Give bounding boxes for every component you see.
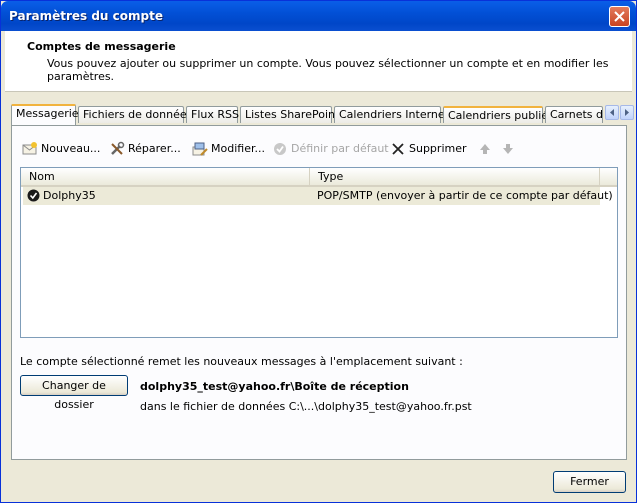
arrow-up-icon: [480, 144, 490, 154]
data-file-path: dans le fichier de données C:\...\dolphy…: [140, 400, 472, 413]
delete-account-button[interactable]: Supprimer: [390, 140, 467, 158]
repair-account-label: Réparer...: [128, 142, 181, 155]
move-down-button[interactable]: [500, 140, 519, 158]
header-description: Vous pouvez ajouter ou supprimer un comp…: [47, 57, 609, 83]
new-account-label: Nouveau...: [41, 142, 101, 155]
delete-x-icon: [392, 143, 404, 155]
tab-scroll-right-button[interactable]: [620, 105, 634, 120]
arrow-right-icon: [625, 109, 629, 116]
arrow-left-icon: [610, 109, 614, 116]
tab-scroll-left-button[interactable]: [605, 105, 619, 120]
tab-published-calendars[interactable]: Calendriers publiés: [443, 106, 554, 123]
table-row[interactable]: Dolphy35 POP/SMTP (envoyer à partir de c…: [23, 187, 613, 205]
account-name-cell: Dolphy35: [43, 189, 96, 202]
tab-scroll-buttons: [605, 105, 635, 120]
default-account-check-icon: [27, 189, 40, 202]
repair-tools-icon: [111, 141, 125, 155]
modify-account-icon: [192, 142, 208, 156]
tab-address-books[interactable]: Carnets d: [545, 106, 603, 123]
delete-account-label: Supprimer: [409, 142, 467, 155]
window-title: Paramètres du compte: [9, 9, 163, 23]
check-circle-icon: [274, 143, 286, 155]
close-button[interactable]: Fermer: [553, 471, 626, 493]
close-window-button[interactable]: [609, 6, 630, 27]
account-list[interactable]: Nom Type Dolphy35 POP/SMTP (envoyer à pa…: [20, 167, 618, 338]
account-type-cell: POP/SMTP (envoyer à partir de ce compte …: [317, 189, 613, 202]
change-folder-button[interactable]: Changer de dossier: [20, 375, 128, 411]
tab-data-files[interactable]: Fichiers de données: [78, 106, 192, 123]
move-up-button[interactable]: [477, 140, 496, 158]
set-default-label: Définir par défaut: [291, 142, 389, 155]
arrow-down-icon: [503, 144, 513, 154]
close-icon: [614, 11, 625, 22]
tab-rss-feeds[interactable]: Flux RSS: [186, 106, 239, 123]
set-default-button[interactable]: Définir par défaut: [272, 140, 389, 158]
repair-account-button[interactable]: Réparer...: [109, 140, 181, 158]
tab-internet-calendars[interactable]: Calendriers Internet: [334, 106, 449, 123]
account-list-header: Nom Type: [21, 168, 617, 187]
account-settings-window: Paramètres du compte Comptes de messager…: [0, 0, 637, 503]
messagerie-tab-panel: Nouveau... Réparer... Modifier... Défini…: [11, 125, 627, 460]
new-account-button[interactable]: Nouveau...: [22, 140, 100, 158]
header-title: Comptes de messagerie: [27, 40, 176, 53]
tab-messagerie[interactable]: Messagerie: [11, 104, 79, 125]
account-toolbar: Nouveau... Réparer... Modifier... Défini…: [22, 140, 622, 158]
column-header-type[interactable]: Type: [310, 168, 600, 185]
tab-strip: Messagerie Fichiers de données Flux RSS …: [11, 104, 634, 125]
modify-account-label: Modifier...: [211, 142, 265, 155]
tab-sharepoint-lists[interactable]: Listes SharePoint: [240, 106, 339, 123]
new-mail-icon: [22, 142, 37, 155]
modify-account-button[interactable]: Modifier...: [192, 140, 265, 158]
delivery-address: dolphy35_test@yahoo.fr\Boîte de réceptio…: [140, 380, 409, 393]
delivery-location-label: Le compte sélectionné remet les nouveaux…: [20, 355, 463, 368]
header-panel: Comptes de messagerie Vous pouvez ajoute…: [5, 31, 632, 92]
column-header-name[interactable]: Nom: [21, 168, 310, 185]
title-bar[interactable]: Paramètres du compte: [1, 1, 636, 31]
